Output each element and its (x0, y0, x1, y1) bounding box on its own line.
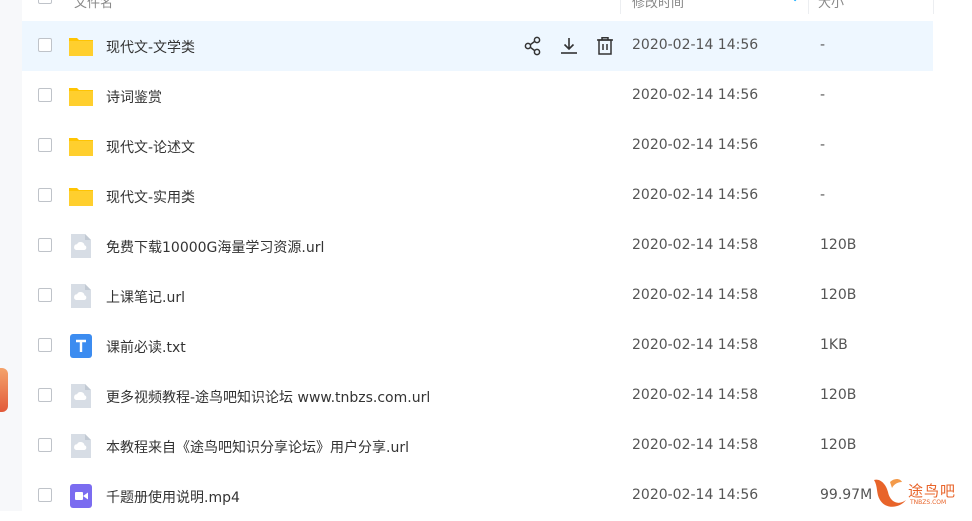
file-name[interactable]: 免费下载10000G海量学习资源.url (106, 237, 324, 257)
column-divider (620, 0, 621, 14)
link-file-icon (68, 284, 94, 308)
file-modified-time: 2020-02-14 14:58 (632, 437, 759, 453)
link-file-icon (68, 234, 94, 258)
file-name[interactable]: 诗词鉴赏 (106, 87, 162, 107)
row-checkbox[interactable] (38, 488, 52, 502)
file-modified-time: 2020-02-14 14:58 (632, 337, 759, 353)
folder-icon (68, 34, 94, 58)
table-row[interactable]: 现代文-论述文 2020-02-14 14:56 - (22, 121, 933, 171)
row-checkbox[interactable] (38, 138, 52, 152)
file-size: 120B (820, 437, 857, 453)
column-header-time[interactable]: 修改时间 (632, 0, 684, 11)
table-row[interactable]: 现代文-实用类 2020-02-14 14:56 - (22, 171, 933, 221)
file-list-header: 文件名 修改时间 ⬇ 大小 (22, 0, 972, 14)
file-size: 120B (820, 387, 857, 403)
column-divider (933, 0, 934, 14)
table-row[interactable]: 千题册使用说明.mp4 2020-02-14 14:56 99.97M (22, 471, 933, 521)
file-size: 1KB (820, 337, 848, 353)
file-name[interactable]: 千题册使用说明.mp4 (106, 487, 240, 507)
share-icon[interactable] (522, 35, 544, 57)
file-modified-time: 2020-02-14 14:56 (632, 487, 759, 503)
file-name[interactable]: 现代文-论述文 (106, 137, 195, 157)
table-row[interactable]: 本教程来自《途鸟吧知识分享论坛》用户分享.url 2020-02-14 14:5… (22, 421, 933, 471)
bird-logo-icon (874, 479, 906, 507)
file-size: - (820, 187, 826, 203)
row-actions (522, 35, 616, 57)
file-name[interactable]: 现代文-实用类 (106, 187, 195, 207)
side-widget-peek[interactable] (0, 368, 8, 412)
table-row[interactable]: 上课笔记.url 2020-02-14 14:58 120B (22, 271, 933, 321)
column-header-name[interactable]: 文件名 (74, 0, 113, 11)
folder-icon (68, 134, 94, 158)
file-modified-time: 2020-02-14 14:56 (632, 137, 759, 153)
watermark-subtext: TNBZS.COM (910, 499, 947, 506)
column-header-size[interactable]: 大小 (818, 0, 844, 11)
left-panel-edge (0, 0, 22, 511)
table-row[interactable]: 更多视频教程-途鸟吧知识论坛 www.tnbzs.com.url 2020-02… (22, 371, 933, 421)
file-modified-time: 2020-02-14 14:58 (632, 387, 759, 403)
select-all-checkbox[interactable] (38, 0, 52, 4)
table-row[interactable]: 诗词鉴赏 2020-02-14 14:56 - (22, 71, 933, 121)
folder-icon (68, 84, 94, 108)
file-size: - (820, 37, 826, 53)
row-checkbox[interactable] (38, 238, 52, 252)
row-checkbox[interactable] (38, 438, 52, 452)
row-checkbox[interactable] (38, 388, 52, 402)
row-checkbox[interactable] (38, 88, 52, 102)
file-name[interactable]: 上课笔记.url (106, 287, 185, 307)
row-checkbox[interactable] (38, 38, 52, 52)
folder-icon (68, 184, 94, 208)
site-watermark: 途鸟吧 TNBZS.COM (868, 472, 972, 511)
watermark-text: 途鸟吧 (908, 482, 957, 500)
file-size: 120B (820, 237, 857, 253)
text-file-icon (68, 334, 94, 358)
file-modified-time: 2020-02-14 14:56 (632, 37, 759, 53)
file-size: - (820, 137, 826, 153)
row-checkbox[interactable] (38, 288, 52, 302)
file-size: 99.97M (820, 487, 873, 503)
file-name[interactable]: 现代文-文学类 (106, 37, 195, 57)
link-file-icon (68, 384, 94, 408)
file-size: 120B (820, 287, 857, 303)
file-modified-time: 2020-02-14 14:58 (632, 287, 759, 303)
video-file-icon (68, 484, 94, 508)
row-checkbox[interactable] (38, 188, 52, 202)
delete-icon[interactable] (594, 35, 616, 57)
file-name[interactable]: 更多视频教程-途鸟吧知识论坛 www.tnbzs.com.url (106, 387, 430, 407)
file-size: - (820, 87, 826, 103)
sort-arrow-icon[interactable]: ⬇ (790, 0, 800, 4)
file-modified-time: 2020-02-14 14:56 (632, 187, 759, 203)
row-checkbox[interactable] (38, 338, 52, 352)
download-icon[interactable] (558, 35, 580, 57)
file-modified-time: 2020-02-14 14:58 (632, 237, 759, 253)
file-list: 现代文-文学类 2020-02-14 14:56 - 诗词鉴赏 2020-02-… (22, 21, 933, 521)
file-modified-time: 2020-02-14 14:56 (632, 87, 759, 103)
file-name[interactable]: 本教程来自《途鸟吧知识分享论坛》用户分享.url (106, 437, 409, 457)
table-row[interactable]: 课前必读.txt 2020-02-14 14:58 1KB (22, 321, 933, 371)
column-divider (808, 0, 809, 14)
table-row[interactable]: 现代文-文学类 2020-02-14 14:56 - (22, 21, 933, 71)
table-row[interactable]: 免费下载10000G海量学习资源.url 2020-02-14 14:58 12… (22, 221, 933, 271)
link-file-icon (68, 434, 94, 458)
file-name[interactable]: 课前必读.txt (106, 337, 186, 357)
